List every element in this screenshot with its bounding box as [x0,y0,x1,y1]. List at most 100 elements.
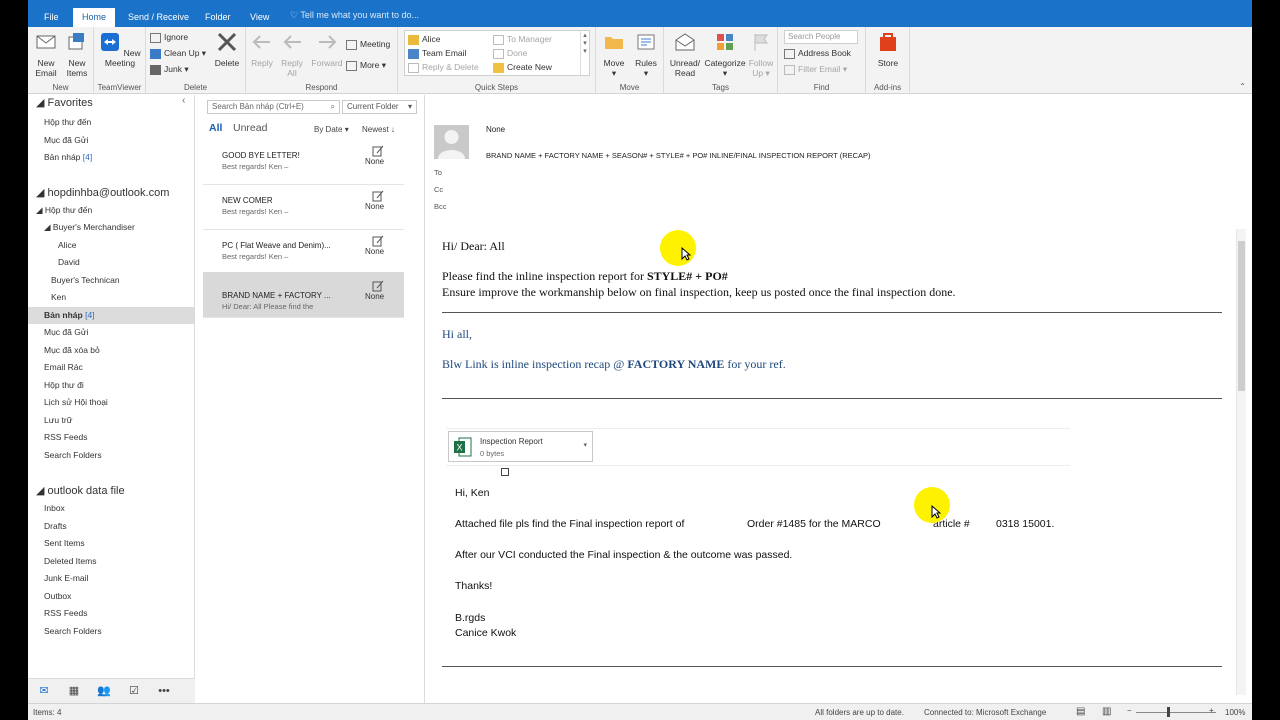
df-sent[interactable]: Sent Items [44,535,211,552]
quick-step-to-manager[interactable]: To Manager [493,32,552,46]
df-rss[interactable]: RSS Feeds [44,605,211,622]
team-email-icon [408,48,419,59]
folder-ken[interactable]: Ken [51,289,218,306]
filter-all[interactable]: All [209,122,222,134]
attachment-name: Inspection Report [480,437,543,446]
fav-sent[interactable]: Mục đã Gửi [44,132,211,149]
account-header[interactable]: ◢ hopdinhba@outlook.com [36,185,203,202]
folder-inbox[interactable]: ◢ Hộp thư đến [36,202,203,219]
tab-send-receive[interactable]: Send / Receive [119,8,198,27]
quick-steps-gallery: Alice Team Email Reply & Delete To Manag… [404,30,590,76]
search-people-input[interactable]: Search People [784,30,858,44]
folder-search[interactable]: Search Folders [44,447,211,464]
folder-deleted[interactable]: Mục đã xóa bỏ [44,342,211,359]
unread-read-button[interactable]: Unread/ Read [666,31,704,78]
df-junk[interactable]: Junk E-mail [44,570,211,587]
datafile-header[interactable]: ◢ outlook data file [36,483,203,500]
more-modules-icon[interactable]: ••• [157,684,171,698]
folder-rss[interactable]: RSS Feeds [44,429,211,446]
sort-by-date[interactable]: By Date ▾ [314,125,349,134]
zoom-slider[interactable] [1136,712,1216,713]
new-items-button[interactable]: New Items [61,31,93,78]
search-scope-dropdown[interactable]: Current Folder ▾ [342,100,417,114]
quick-step-reply-delete[interactable]: Reply & Delete [408,60,479,74]
folder-archive[interactable]: Lưu trữ [44,412,211,429]
df-deleted[interactable]: Deleted Items [44,553,211,570]
quick-step-create-new[interactable]: Create New [493,60,552,74]
folder-sent[interactable]: Mục đã Gửi [44,324,211,341]
group-new: New Email New Items New [28,27,94,94]
folder-outbox[interactable]: Hộp thư đi [44,377,211,394]
list-item[interactable]: GOOD BYE LETTER! Best regards! Ken – Non… [203,142,404,185]
quick-step-alice[interactable]: Alice [408,32,440,46]
df-inbox[interactable]: Inbox [44,500,211,517]
address-book-button[interactable]: Address Book [784,46,851,60]
mail-icon[interactable]: ✉ [37,684,51,698]
reply-all-button[interactable]: Reply All [277,31,307,78]
tab-home[interactable]: Home [73,8,116,27]
calendar-icon[interactable]: ▦ [67,684,81,698]
folder-conversation-history[interactable]: Lịch sử Hội thoại [44,394,211,411]
people-icon[interactable]: 👥 [97,684,111,698]
resize-handle-icon[interactable] [501,468,509,476]
filter-email-button[interactable]: Filter Email ▾ [784,62,847,76]
greeting-text: Hi/ Dear: All [442,239,505,253]
collapse-pane-icon[interactable]: ‹ [182,95,185,106]
store-button[interactable]: Store [872,31,904,68]
quick-step-done[interactable]: Done [493,46,527,60]
tab-folder[interactable]: Folder [196,8,240,27]
teamviewer-icon [101,33,120,51]
new-email-button[interactable]: New Email [31,31,61,78]
open-envelope-icon [675,33,695,51]
attachment-card[interactable]: X Inspection Report 0 bytes ▾ [448,431,593,462]
zoom-in-icon[interactable]: + [1209,706,1214,715]
move-button[interactable]: Move ▾ [599,31,629,78]
items-count: Items: 4 [33,708,62,717]
fav-inbox[interactable]: Hộp thư đến [44,114,211,131]
quick-step-team-email[interactable]: Team Email [408,46,466,60]
chevron-down-icon[interactable]: ▾ [583,441,587,449]
forward-button[interactable]: Forward [309,31,345,68]
reply-button[interactable]: Reply [249,31,275,68]
follow-up-button[interactable]: Follow Up ▾ [746,31,776,78]
df-outbox[interactable]: Outbox [44,588,211,605]
reading-view-icon[interactable]: ▥ [1102,706,1111,717]
filter-unread[interactable]: Unread [233,122,267,134]
folder-drafts[interactable]: Bản nháp [4] [28,307,195,324]
folder-buyers-technican[interactable]: Buyer's Technican [51,272,218,289]
tasks-icon[interactable]: ☑ [127,684,141,698]
favorites-header[interactable]: ◢ Favorites [36,95,203,112]
hi-all-text: Hi all, [442,327,472,341]
folder-junk[interactable]: Email Rác [44,359,211,376]
search-input[interactable]: Search Bản nháp (Ctrl+E) ⌕ [207,100,340,114]
clean-up-button[interactable]: Clean Up ▾ [150,46,206,60]
ignore-button[interactable]: Ignore [150,30,188,44]
list-item[interactable]: PC ( Flat Weave and Denim)... Best regar… [203,232,404,275]
hi-ken-text: Hi, Ken [455,487,490,499]
df-drafts[interactable]: Drafts [44,518,211,535]
scrollbar-thumb[interactable] [1238,241,1245,391]
folder-buyers-merchandiser[interactable]: ◢ Buyer's Merchandiser [44,219,211,236]
sort-order[interactable]: Newest ↓ [362,125,395,134]
df-search[interactable]: Search Folders [44,623,211,640]
ignore-icon [150,32,161,43]
more-button[interactable]: More ▾ [346,58,386,72]
zoom-slider-thumb[interactable] [1167,707,1170,717]
delete-button[interactable]: Delete [212,31,242,68]
tell-me-box[interactable]: ♡ Tell me what you want to do... [290,10,419,21]
normal-view-icon[interactable]: ▤ [1076,706,1085,717]
rules-button[interactable]: Rules ▾ [631,31,661,78]
gallery-scroll-icon[interactable]: ▴ ▾ ▾ [580,31,589,75]
categorize-button[interactable]: Categorize ▾ [704,31,746,78]
meeting-button[interactable]: Meeting [346,37,390,51]
tab-view[interactable]: View [241,8,278,27]
list-item[interactable]: NEW COMER Best regards! Ken – None [203,187,404,230]
collapse-ribbon-icon[interactable]: ⌃ [1239,82,1246,91]
tab-file[interactable]: File [35,8,68,27]
list-item-selected[interactable]: BRAND NAME + FACTORY ... Hi/ Dear: All P… [203,272,404,318]
new-meeting-button[interactable]: New Meeting [98,31,142,68]
junk-button[interactable]: Junk ▾ [150,62,189,76]
reading-scrollbar[interactable] [1236,229,1246,695]
fav-drafts[interactable]: Bản nháp [4] [44,149,211,166]
zoom-out-icon[interactable]: − [1127,706,1132,715]
